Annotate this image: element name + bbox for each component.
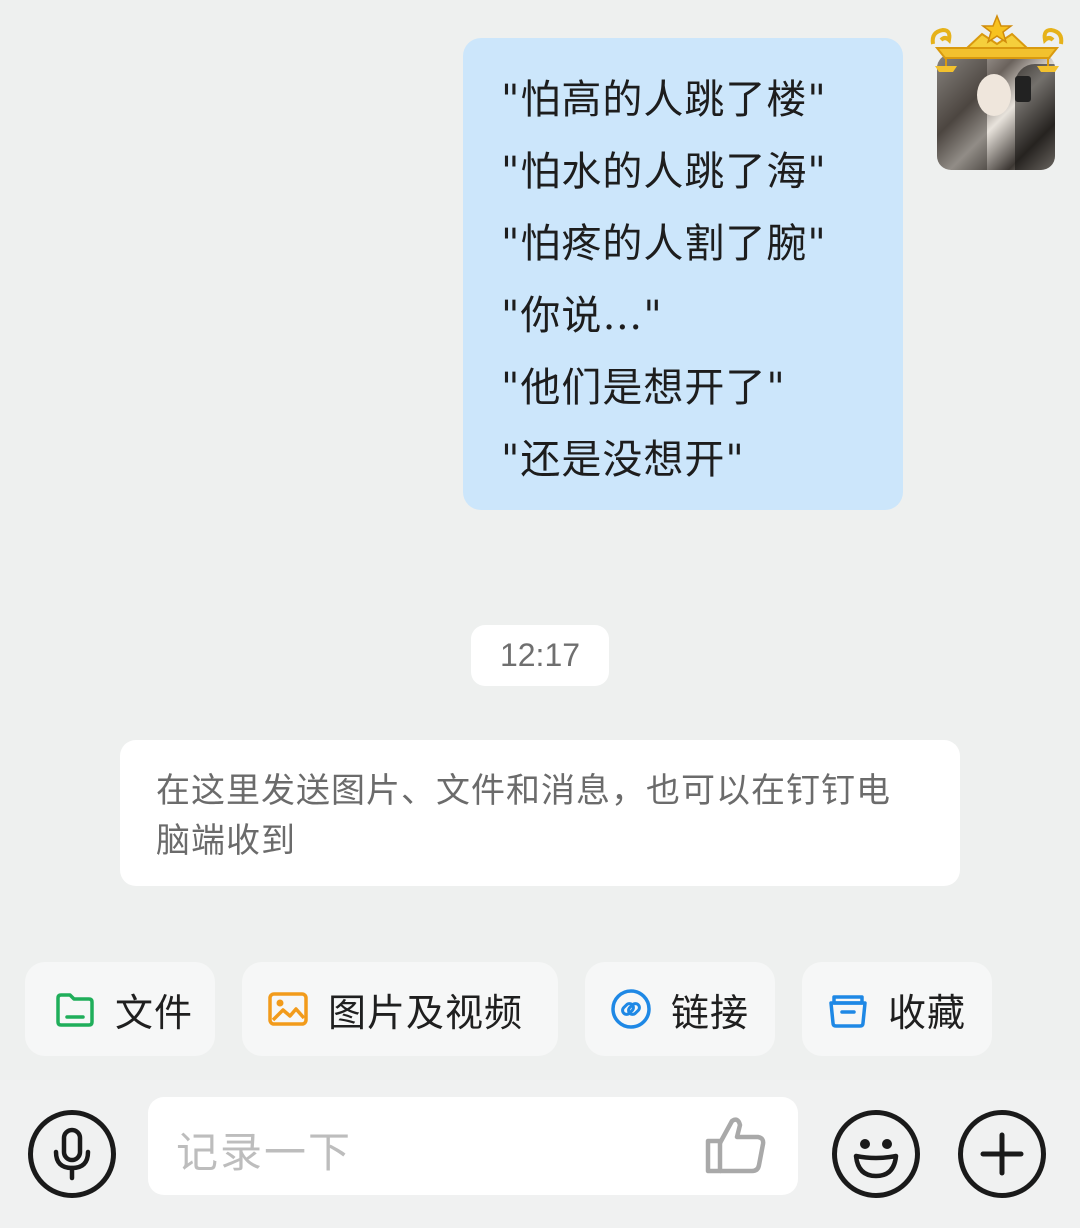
- thumbs-up-icon[interactable]: [704, 1113, 768, 1177]
- voice-button[interactable]: [28, 1110, 116, 1198]
- message-input-placeholder: 记录一下: [176, 1128, 353, 1177]
- quick-action-label: 图片及视频: [328, 990, 524, 1035]
- message-input[interactable]: 记录一下: [148, 1097, 798, 1195]
- plus-icon: [980, 1132, 1024, 1176]
- favorites-box-icon: [826, 987, 870, 1031]
- input-bar: 记录一下: [0, 1080, 1080, 1228]
- quick-action-favorites[interactable]: 收藏: [802, 962, 992, 1056]
- emoji-button[interactable]: [832, 1110, 920, 1198]
- quick-action-label: 链接: [671, 990, 750, 1035]
- quick-action-label: 文件: [115, 990, 194, 1035]
- quick-action-media[interactable]: 图片及视频: [242, 962, 558, 1056]
- chat-screen: "怕高的人跳了楼" "怕水的人跳了海" "怕疼的人割了腕" "你说…" "他们是…: [0, 0, 1080, 1228]
- more-button[interactable]: [958, 1110, 1046, 1198]
- microphone-icon: [53, 1127, 91, 1181]
- avatar[interactable]: [927, 14, 1067, 170]
- message-line: "怕水的人跳了海": [501, 149, 827, 195]
- link-icon: [609, 987, 653, 1031]
- crown-frame-icon: [930, 14, 1064, 72]
- quick-action-label: 收藏: [888, 990, 967, 1035]
- message-line: "他们是想开了": [501, 365, 786, 411]
- system-notice-text: 在这里发送图片、文件和消息，也可以在钉钉电脑端收到: [156, 771, 891, 861]
- message-line: "还是没想开": [501, 437, 745, 483]
- timestamp: 12:17: [471, 625, 609, 686]
- folder-icon: [53, 987, 97, 1031]
- quick-action-link[interactable]: 链接: [585, 962, 775, 1056]
- message-line: "怕高的人跳了楼": [501, 77, 827, 123]
- quick-action-file[interactable]: 文件: [25, 962, 215, 1056]
- system-notice-card: 在这里发送图片、文件和消息，也可以在钉钉电脑端收到: [120, 740, 960, 886]
- message-line: "怕疼的人割了腕": [501, 221, 827, 267]
- image-icon: [266, 987, 310, 1031]
- message-line: "你说…": [501, 293, 663, 339]
- emoji-icon: [853, 1139, 899, 1179]
- outgoing-message-bubble[interactable]: "怕高的人跳了楼" "怕水的人跳了海" "怕疼的人割了腕" "你说…" "他们是…: [463, 38, 903, 510]
